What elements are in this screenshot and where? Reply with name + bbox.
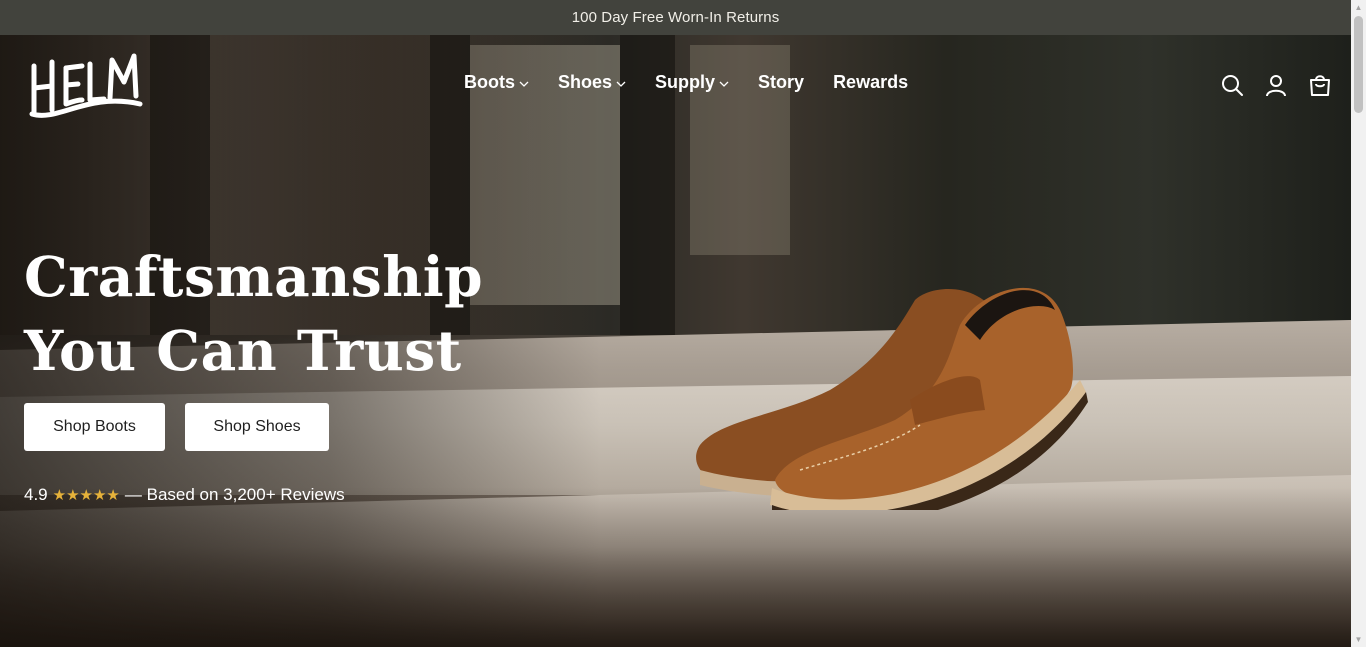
- rating-score: 4.9: [24, 485, 48, 504]
- scroll-thumb[interactable]: [1354, 16, 1363, 113]
- nav-item-label: Boots: [464, 72, 515, 92]
- helm-logo[interactable]: [28, 52, 144, 118]
- hero-shade-bottom: [0, 487, 1351, 647]
- nav-item-label: Story: [758, 72, 805, 92]
- announcement-bar: 100 Day Free Worn-In Returns: [0, 0, 1351, 35]
- nav-item-label: Shoes: [558, 72, 613, 92]
- shop-shoes-button[interactable]: Shop Shoes: [185, 403, 329, 451]
- search-icon[interactable]: [1220, 73, 1244, 97]
- header-icons: [1220, 73, 1332, 97]
- review-rating[interactable]: 4.9 ★★★★★ — Based on 3,200+ Reviews: [24, 485, 345, 505]
- announcement-text: 100 Day Free Worn-In Returns: [571, 9, 780, 26]
- star-rating-icon: ★★★★★: [52, 487, 120, 504]
- nav-item-label: Rewards: [833, 72, 909, 92]
- loafer-shoes-image: [696, 287, 1088, 510]
- nav-item-boots[interactable]: Boots: [464, 72, 529, 93]
- hero-headline-line1: Craftsmanship: [24, 244, 484, 309]
- chevron-down-icon: [719, 81, 729, 87]
- rating-text: — Based on 3,200+ Reviews: [124, 485, 345, 504]
- nav-item-rewards[interactable]: Rewards: [833, 72, 908, 93]
- page-scrollbar[interactable]: ▲ ▼: [1351, 0, 1366, 647]
- account-icon[interactable]: [1264, 73, 1288, 97]
- hero-headline: Craftsmanship You Can Trust: [24, 240, 544, 388]
- nav-item-label: Supply: [655, 72, 716, 92]
- scroll-down-arrow-icon[interactable]: ▼: [1351, 632, 1366, 647]
- hero-headline-line2: You Can Trust: [24, 318, 462, 383]
- chevron-down-icon: [616, 81, 626, 87]
- scroll-up-arrow-icon[interactable]: ▲: [1351, 0, 1366, 15]
- nav-item-story[interactable]: Story: [758, 72, 804, 93]
- nav-item-supply[interactable]: Supply: [655, 72, 729, 93]
- main-nav: Boots Shoes Supply Story Rewards: [464, 72, 937, 93]
- chevron-down-icon: [519, 81, 529, 87]
- nav-item-shoes[interactable]: Shoes: [558, 72, 626, 93]
- cart-icon[interactable]: [1308, 73, 1332, 97]
- shop-boots-button[interactable]: Shop Boots: [24, 403, 165, 451]
